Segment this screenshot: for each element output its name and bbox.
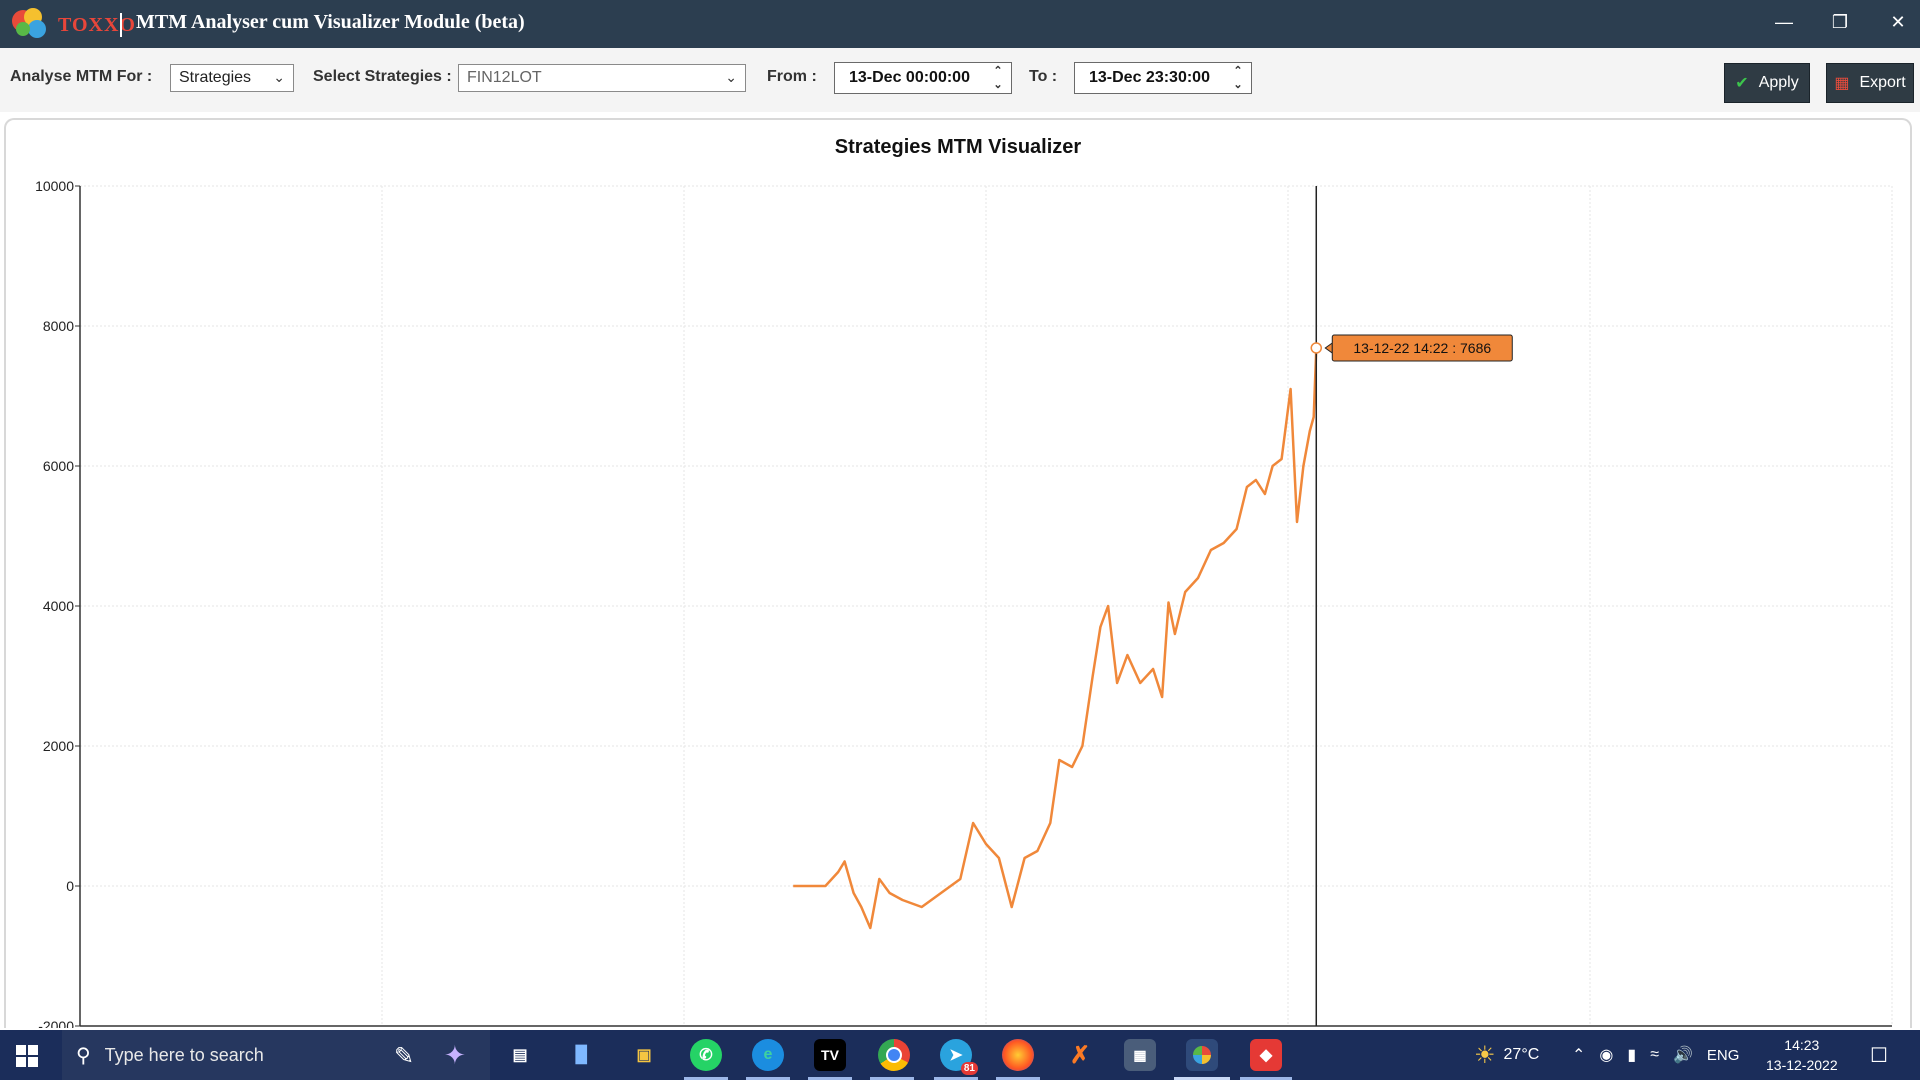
strategies-value: FIN12LOT [467, 69, 542, 86]
export-button[interactable]: ▦ Export [1826, 63, 1914, 103]
checkmark-icon: ✔ [1735, 75, 1749, 92]
satellite-icon[interactable]: ✦ [444, 1040, 466, 1071]
strategies-select[interactable]: FIN12LOT ⌄ [458, 64, 746, 92]
crosshair-point [1310, 342, 1323, 354]
y-tick-label: 10000 [35, 178, 74, 194]
taskbar: ⚲ Type here to search ✎ ✦ ▤ ▉ ▣ ✆ e TV ➤… [0, 1030, 1920, 1080]
windows-start-icon[interactable] [16, 1045, 38, 1067]
clock-date: 13-12-2022 [1766, 1057, 1838, 1073]
app-logo: TOXXO [8, 4, 135, 44]
firefox-icon[interactable] [1002, 1039, 1034, 1071]
from-datetime-picker[interactable]: 13-Dec 00:00:00 ⌃ ⌄ [834, 62, 1012, 94]
mtm-series-line [793, 347, 1318, 930]
minimize-button[interactable]: — [1756, 0, 1812, 44]
chart-title: Strategies MTM Visualizer [835, 136, 1082, 158]
tooltip-text: 13-12-22 14:22 : 7686 [1353, 340, 1491, 356]
from-label: From : [767, 68, 817, 85]
brand-text: TOXXO [58, 14, 136, 36]
y-tick-label: 0 [66, 878, 74, 894]
to-spinner[interactable]: ⌃ ⌄ [1229, 64, 1247, 92]
calculator-icon[interactable]: ▦ [1124, 1039, 1156, 1071]
close-button[interactable]: ✕ [1870, 0, 1920, 44]
apply-label: Apply [1758, 74, 1799, 91]
anydesk-icon[interactable]: ◆ [1250, 1039, 1282, 1071]
xampp-icon[interactable]: ✗ [1064, 1039, 1096, 1071]
search-icon: ⚲ [76, 1044, 91, 1067]
from-spinner[interactable]: ⌃ ⌄ [989, 64, 1007, 92]
file-explorer-icon[interactable]: ▣ [628, 1039, 660, 1071]
telegram-badge: 81 [960, 1062, 978, 1075]
analyse-value: Strategies [179, 69, 252, 86]
window-title: MTM Analyser cum Visualizer Module (beta… [136, 11, 525, 33]
toxxo-icon[interactable] [1186, 1039, 1218, 1071]
to-label: To : [1029, 68, 1058, 85]
chevron-down-icon[interactable]: ⌄ [1229, 78, 1247, 92]
wifi-icon[interactable]: ≈ [1650, 1046, 1659, 1064]
chevron-up-icon[interactable]: ⌃ [1229, 64, 1247, 78]
weather-widget[interactable]: ☀ 27°C [1474, 1030, 1539, 1080]
y-tick-label: 4000 [43, 598, 74, 614]
taskbar-search-box[interactable]: ⚲ Type here to search ✎ ✦ [62, 1030, 490, 1080]
record-icon[interactable]: ◉ [1599, 1045, 1613, 1065]
chart-panel: Strategies MTM Visualizer -2000 0 2000 4000 6… [4, 118, 1912, 1028]
weather-icon: ☀ [1474, 1041, 1496, 1069]
y-tick-label: 8000 [43, 318, 74, 334]
to-datetime-picker[interactable]: 13-Dec 23:30:00 ⌃ ⌄ [1074, 62, 1252, 94]
search-placeholder: Type here to search [104, 1044, 264, 1065]
chrome-icon[interactable] [878, 1039, 910, 1071]
from-value: 13-Dec 00:00:00 [849, 69, 970, 86]
telegram-icon[interactable]: ➤ 81 [940, 1039, 978, 1075]
whatsapp-icon[interactable]: ✆ [690, 1039, 722, 1071]
notification-icon[interactable]: ☐ [1870, 1030, 1888, 1080]
to-value: 13-Dec 23:30:00 [1089, 69, 1210, 86]
chevron-up-icon[interactable]: ⌃ [1572, 1045, 1585, 1065]
y-tick-label: 6000 [43, 458, 74, 474]
language-indicator[interactable]: ENG [1707, 1047, 1740, 1064]
analyse-select[interactable]: Strategies ⌄ [170, 64, 294, 92]
tradingview-icon[interactable]: TV [814, 1039, 846, 1071]
analyse-label: Analyse MTM For : [10, 68, 153, 85]
chevron-down-icon[interactable]: ⌄ [989, 78, 1007, 92]
filter-toolbar: Analyse MTM For : Strategies ⌄ Select St… [0, 48, 1920, 112]
y-tick-label: -2000 [38, 1018, 74, 1028]
edge-icon[interactable]: e [752, 1039, 784, 1071]
y-tick-label: 2000 [43, 738, 74, 754]
apply-button[interactable]: ✔ Apply [1724, 63, 1810, 103]
chevron-up-icon[interactable]: ⌃ [989, 64, 1007, 78]
clock[interactable]: 14:23 13-12-2022 [1766, 1030, 1838, 1080]
task-view-icon[interactable]: ▤ [504, 1039, 536, 1071]
title-bar: TOXXO MTM Analyser cum Visualizer Module… [0, 0, 1920, 48]
chevron-down-icon: ⌄ [725, 69, 737, 85]
clock-time: 14:23 [1784, 1037, 1820, 1053]
paint-icon[interactable]: ✎ [394, 1042, 414, 1071]
restore-button[interactable]: ❐ [1812, 0, 1868, 44]
weather-text: 27°C [1503, 1046, 1540, 1063]
tooltip-arrow [1324, 342, 1333, 354]
volume-icon[interactable]: 🔊 [1673, 1045, 1693, 1065]
laptop-icon[interactable]: ▉ [566, 1039, 598, 1071]
strategies-label: Select Strategies : [313, 68, 452, 85]
battery-icon[interactable]: ▮ [1627, 1045, 1636, 1065]
system-tray[interactable]: ⌃ ◉ ▮ ≈ 🔊 ENG [1572, 1030, 1739, 1080]
export-icon: ▦ [1834, 75, 1850, 92]
export-label: Export [1859, 74, 1906, 91]
chevron-down-icon: ⌄ [273, 69, 285, 85]
mtm-chart[interactable]: Strategies MTM Visualizer -2000 0 2000 4000 6… [6, 120, 1910, 1028]
